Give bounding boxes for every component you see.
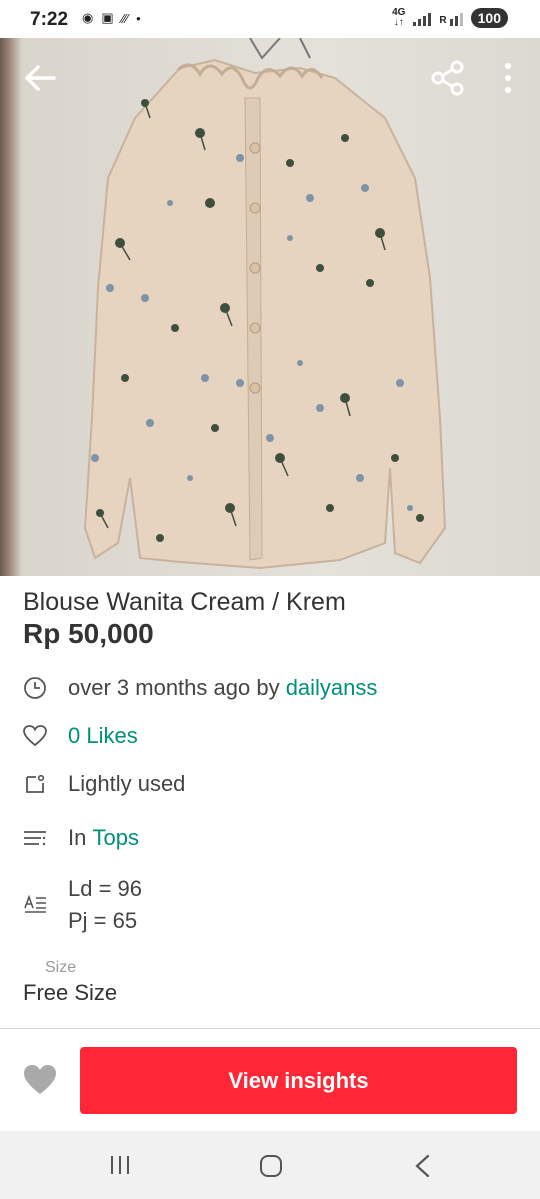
measure-ld: Ld = 96 (68, 876, 143, 901)
nav-back-button[interactable] (412, 1153, 434, 1184)
recent-apps-button[interactable] (108, 1153, 132, 1182)
product-price: Rp 50,000 (23, 618, 154, 649)
text-icon (22, 891, 48, 917)
arrow-left-icon (25, 65, 56, 91)
condition-row: Lightly used (22, 771, 185, 797)
size-label: Size (45, 959, 77, 976)
seller-link[interactable]: dailyanss (286, 675, 378, 701)
category-prefix: In (68, 825, 93, 850)
size-value: Free Size (23, 980, 118, 1005)
status-notification-icons: ◉ ▣ ⁄⁄⁄ • (82, 10, 141, 26)
screenshot-icon: ▣ (101, 10, 114, 25)
signal-icon-2: R (439, 10, 463, 26)
battery-indicator: 100 (470, 8, 508, 28)
chevron-left-icon (415, 1154, 430, 1178)
status-time: 7:22 (30, 9, 69, 30)
measure-pj: Pj = 65 (68, 908, 138, 933)
list-icon (22, 825, 48, 851)
view-insights-button[interactable]: View insights (80, 1047, 517, 1114)
like-button[interactable] (22, 1063, 58, 1102)
condition-text: Lightly used (68, 771, 186, 796)
status-bar: 7:22 ◉ ▣ ⁄⁄⁄ • 4G ↓↑ R 100 (0, 0, 540, 38)
product-image[interactable] (0, 38, 540, 576)
clock-icon (22, 675, 48, 701)
heart-filled-icon (24, 1065, 56, 1094)
heart-icon (22, 723, 48, 749)
description-row: Ld = 96 Pj = 65 (22, 873, 142, 937)
category-link[interactable]: Tops (92, 825, 138, 851)
share-icon (431, 60, 464, 96)
product-title: Blouse Wanita Cream / Krem (23, 588, 346, 616)
description-text: Ld = 96 Pj = 65 (68, 873, 142, 937)
notification-icon: ◉ (82, 10, 94, 25)
likes-row[interactable]: 0 Likes (22, 723, 138, 749)
recent-apps-icon (111, 1156, 129, 1174)
tag-icon (22, 771, 48, 797)
posted-text: over 3 months ago by (68, 675, 286, 700)
more-vertical-icon (505, 63, 511, 93)
dot-icon: • (136, 10, 141, 26)
likes-count[interactable]: 0 Likes (68, 723, 138, 749)
status-right: 4G ↓↑ R 100 (392, 8, 508, 28)
divider (0, 1028, 540, 1029)
network-type: 4G ↓↑ (392, 7, 406, 28)
system-navigation-bar (0, 1131, 540, 1199)
category-row: In Tops (22, 825, 139, 851)
signal-icon (413, 10, 432, 26)
signal-slash-icon: ⁄⁄⁄ (121, 10, 129, 26)
posted-row: over 3 months ago by dailyanss (22, 675, 377, 701)
blouse-illustration (83, 38, 447, 570)
home-button[interactable] (258, 1153, 284, 1184)
home-icon (260, 1155, 282, 1177)
